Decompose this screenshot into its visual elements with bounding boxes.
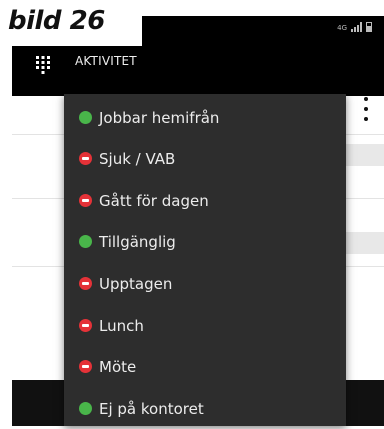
menu-item-label: Lunch	[99, 316, 144, 335]
app-bar: AKTIVITET	[12, 46, 384, 96]
menu-item-label: Upptagen	[99, 274, 173, 293]
status-dot-green-icon	[79, 235, 92, 248]
signal-icon	[351, 22, 362, 32]
more-options-icon[interactable]	[361, 97, 371, 121]
menu-item-label: Möte	[99, 357, 137, 376]
app-bar-title: AKTIVITET	[75, 54, 137, 68]
menu-item-mote[interactable]: Möte	[64, 346, 346, 387]
menu-item-label: Gått för dagen	[99, 191, 209, 210]
menu-item-upptagen[interactable]: Upptagen	[64, 263, 346, 304]
status-dot-red-icon	[79, 319, 92, 332]
menu-item-label: Jobbar hemifrån	[99, 108, 220, 127]
status-dot-red-icon	[79, 277, 92, 290]
status-dot-red-icon	[79, 360, 92, 373]
menu-item-ej-pa-kontoret[interactable]: Ej på kontoret	[64, 388, 346, 429]
status-bar: 4G	[142, 16, 384, 46]
status-dot-green-icon	[79, 111, 92, 124]
menu-item-gatt-for-dagen[interactable]: Gått för dagen	[64, 180, 346, 221]
activity-dropdown-menu: Jobbar hemifrån Sjuk / VAB Gått för dage…	[64, 94, 346, 426]
menu-item-label: Sjuk / VAB	[99, 149, 176, 168]
network-type-label: 4G	[337, 24, 347, 32]
battery-icon	[366, 22, 372, 32]
menu-item-tillganglig[interactable]: Tillgänglig	[64, 221, 346, 262]
caption: bild 26	[8, 6, 105, 36]
menu-item-lunch[interactable]: Lunch	[64, 305, 346, 346]
status-dot-red-icon	[79, 152, 92, 165]
menu-item-label: Ej på kontoret	[99, 399, 204, 418]
status-dot-red-icon	[79, 194, 92, 207]
menu-item-sjuk-vab[interactable]: Sjuk / VAB	[64, 138, 346, 179]
menu-item-jobbar-hemifran[interactable]: Jobbar hemifrån	[64, 97, 346, 138]
dialpad-icon[interactable]	[36, 56, 50, 74]
status-dot-green-icon	[79, 402, 92, 415]
menu-item-label: Tillgänglig	[99, 232, 176, 251]
